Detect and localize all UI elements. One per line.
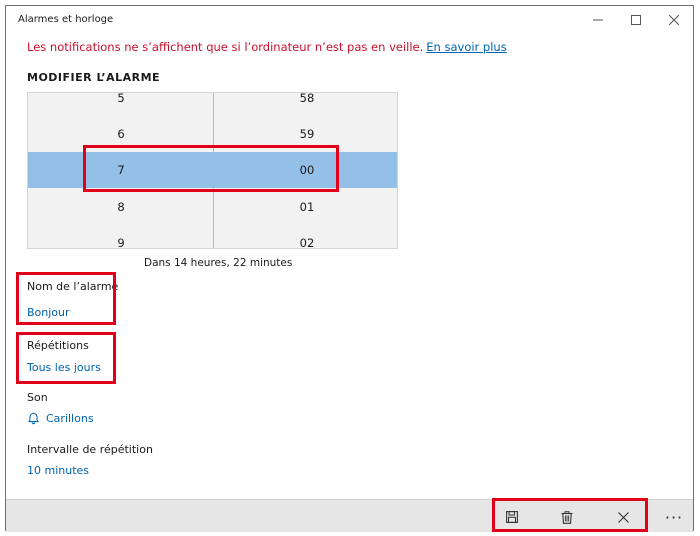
close-window-icon xyxy=(669,15,679,25)
snooze-label: Intervalle de répétition xyxy=(27,443,153,456)
sound-label: Son xyxy=(27,391,48,404)
app-window: Alarmes et horloge Les notifications ne … xyxy=(5,5,694,532)
sleep-notice: Les notifications ne s’affichent que si … xyxy=(27,40,507,54)
snooze-text: 10 minutes xyxy=(27,464,90,477)
alarm-countdown: Dans 14 heures, 22 minutes xyxy=(144,257,293,269)
maximize-button[interactable] xyxy=(617,9,655,31)
maximize-icon xyxy=(631,15,641,25)
minute-option[interactable]: 01 xyxy=(300,200,315,214)
minute-option[interactable]: 59 xyxy=(300,127,315,141)
sound-text: Carillons xyxy=(46,412,94,425)
learn-more-link[interactable]: En savoir plus xyxy=(426,40,506,54)
minute-option[interactable]: 02 xyxy=(300,236,315,248)
sound-value[interactable]: Carillons xyxy=(27,412,94,425)
snooze-value[interactable]: 10 minutes xyxy=(27,464,89,477)
section-title: MODIFIER L’ALARME xyxy=(27,71,161,84)
hour-option[interactable]: 8 xyxy=(117,200,124,214)
highlight-command-buttons xyxy=(492,498,648,532)
more-options-button[interactable]: ··· xyxy=(656,505,692,529)
hour-option[interactable]: 5 xyxy=(117,93,124,105)
hour-option[interactable]: 6 xyxy=(117,127,124,141)
highlight-repeat xyxy=(16,332,116,384)
notice-text: Les notifications ne s’affichent que si … xyxy=(27,40,424,54)
close-window-button[interactable] xyxy=(655,9,693,31)
minimize-button[interactable] xyxy=(579,9,617,31)
minute-option[interactable]: 58 xyxy=(300,93,315,105)
highlight-time-selection xyxy=(83,145,339,192)
minimize-icon xyxy=(593,19,603,21)
highlight-alarm-name xyxy=(16,272,116,325)
title-bar: Alarmes et horloge xyxy=(6,6,693,34)
window-title: Alarmes et horloge xyxy=(18,14,114,25)
more-icon: ··· xyxy=(664,507,684,527)
bell-icon xyxy=(28,412,39,425)
hour-option[interactable]: 9 xyxy=(117,236,124,248)
